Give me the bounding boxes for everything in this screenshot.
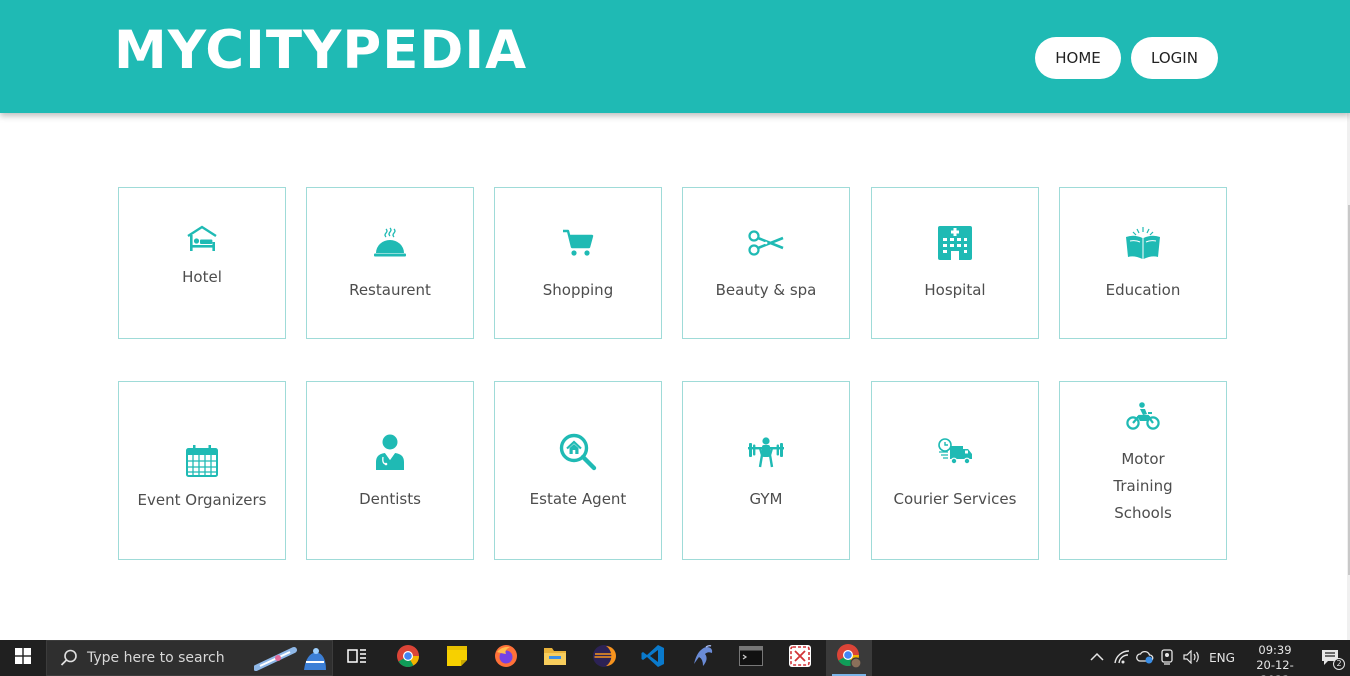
food-cloche-icon xyxy=(370,223,410,263)
taskbar-firefox[interactable] xyxy=(483,640,529,676)
start-button[interactable] xyxy=(0,640,46,676)
taskbar-clock[interactable]: 09:39 20-12-2023 xyxy=(1244,643,1306,676)
shopping-cart-icon xyxy=(558,223,598,263)
task-view-button[interactable] xyxy=(334,640,380,676)
chevron-up-icon xyxy=(1090,651,1104,665)
doctor-icon xyxy=(370,432,410,472)
delivery-truck-icon xyxy=(935,432,975,472)
notification-center-button[interactable]: 2 xyxy=(1316,640,1346,676)
network-tray-button[interactable] xyxy=(1111,640,1133,676)
search-icon xyxy=(59,648,79,668)
task-view-icon xyxy=(347,647,367,669)
category-card-hotel[interactable]: Hotel xyxy=(118,187,286,339)
category-card-dentists[interactable]: Dentists xyxy=(306,381,474,560)
category-card-estate-agent[interactable]: Estate Agent xyxy=(494,381,662,560)
vscode-icon xyxy=(641,644,665,672)
category-label: Shopping xyxy=(542,280,614,299)
dolphin-icon xyxy=(691,644,715,672)
weightlifter-icon xyxy=(746,432,786,472)
sticky-notes-icon xyxy=(446,645,468,671)
category-label: Motor Training Schools xyxy=(1113,450,1173,522)
clock-date: 20-12-2023 xyxy=(1256,658,1294,676)
taskbar-chrome[interactable] xyxy=(385,640,431,676)
house-search-icon xyxy=(558,432,598,472)
category-card-hospital[interactable]: Hospital xyxy=(871,187,1039,339)
category-label: Hotel xyxy=(182,267,222,286)
category-label: Hospital xyxy=(924,280,986,299)
hospital-building-icon xyxy=(935,223,975,263)
category-card-gym[interactable]: GYM xyxy=(682,381,850,560)
windows-taskbar: Type here to search ENG 09:39 20-12- 2 xyxy=(0,640,1350,676)
terminal-icon xyxy=(739,646,763,670)
category-label: Education xyxy=(1105,280,1181,299)
taskbar-chrome-active[interactable] xyxy=(826,640,872,676)
chrome-profile-icon xyxy=(836,643,862,673)
language-indicator[interactable]: ENG xyxy=(1206,640,1238,676)
firefox-icon xyxy=(494,644,518,672)
category-card-restaurant[interactable]: Restaurent xyxy=(306,187,474,339)
wifi-icon xyxy=(1114,649,1130,667)
taskbar-command-prompt[interactable] xyxy=(728,640,774,676)
category-label: Restaurent xyxy=(349,280,431,299)
category-card-shopping[interactable]: Shopping xyxy=(494,187,662,339)
camera-icon xyxy=(1161,648,1175,668)
cloud-sync-icon xyxy=(1136,650,1154,667)
taskbar-file-explorer[interactable] xyxy=(532,640,578,676)
hotel-bed-icon xyxy=(182,218,222,258)
webcam-tray-button[interactable] xyxy=(1157,640,1179,676)
clock-time: 09:39 xyxy=(1258,643,1292,657)
category-label: GYM xyxy=(749,490,783,508)
volume-tray-button[interactable] xyxy=(1180,640,1204,676)
notification-count-badge: 2 xyxy=(1333,658,1345,670)
category-card-event-organizers[interactable]: Event Organizers xyxy=(118,381,286,560)
folder-icon xyxy=(543,645,567,671)
category-card-courier-services[interactable]: Courier Services xyxy=(871,381,1039,560)
taskbar-snipping-tool[interactable] xyxy=(777,640,823,676)
notification-icon: 2 xyxy=(1321,649,1345,670)
category-label: Event Organizers xyxy=(137,491,267,509)
speaker-icon xyxy=(1183,649,1201,667)
search-highlight-illustration-icon[interactable] xyxy=(253,646,328,672)
eclipse-ide-icon xyxy=(592,644,616,672)
open-book-icon xyxy=(1123,223,1163,263)
motorbike-icon xyxy=(1123,396,1163,436)
category-label: Dentists xyxy=(359,490,421,508)
login-button[interactable]: LOGIN xyxy=(1131,37,1218,79)
category-card-beauty-spa[interactable]: Beauty & spa xyxy=(682,187,850,339)
site-header: MYCITYPEDIA HOME LOGIN xyxy=(0,0,1350,113)
taskbar-search-box[interactable]: Type here to search xyxy=(46,640,333,676)
taskbar-mysql-workbench[interactable] xyxy=(680,640,726,676)
show-hidden-icons-button[interactable] xyxy=(1086,640,1108,676)
category-card-education[interactable]: Education xyxy=(1059,187,1227,339)
home-button[interactable]: HOME xyxy=(1035,37,1121,79)
category-card-motor-training-schools[interactable]: Motor Training Schools xyxy=(1059,381,1227,560)
taskbar-vscode[interactable] xyxy=(630,640,676,676)
onedrive-tray-button[interactable] xyxy=(1134,640,1156,676)
windows-logo-icon xyxy=(15,648,31,668)
category-label: Estate Agent xyxy=(529,490,627,508)
chrome-icon xyxy=(396,644,420,672)
scissors-icon xyxy=(746,223,786,263)
search-placeholder: Type here to search xyxy=(87,650,225,666)
taskbar-eclipse[interactable] xyxy=(581,640,627,676)
taskbar-sticky-notes[interactable] xyxy=(434,640,480,676)
snipping-tool-icon xyxy=(788,644,812,672)
category-label: Beauty & spa xyxy=(715,280,817,299)
site-logo[interactable]: MYCITYPEDIA xyxy=(114,20,527,82)
calendar-icon xyxy=(182,441,222,481)
category-label: Courier Services xyxy=(893,490,1017,508)
